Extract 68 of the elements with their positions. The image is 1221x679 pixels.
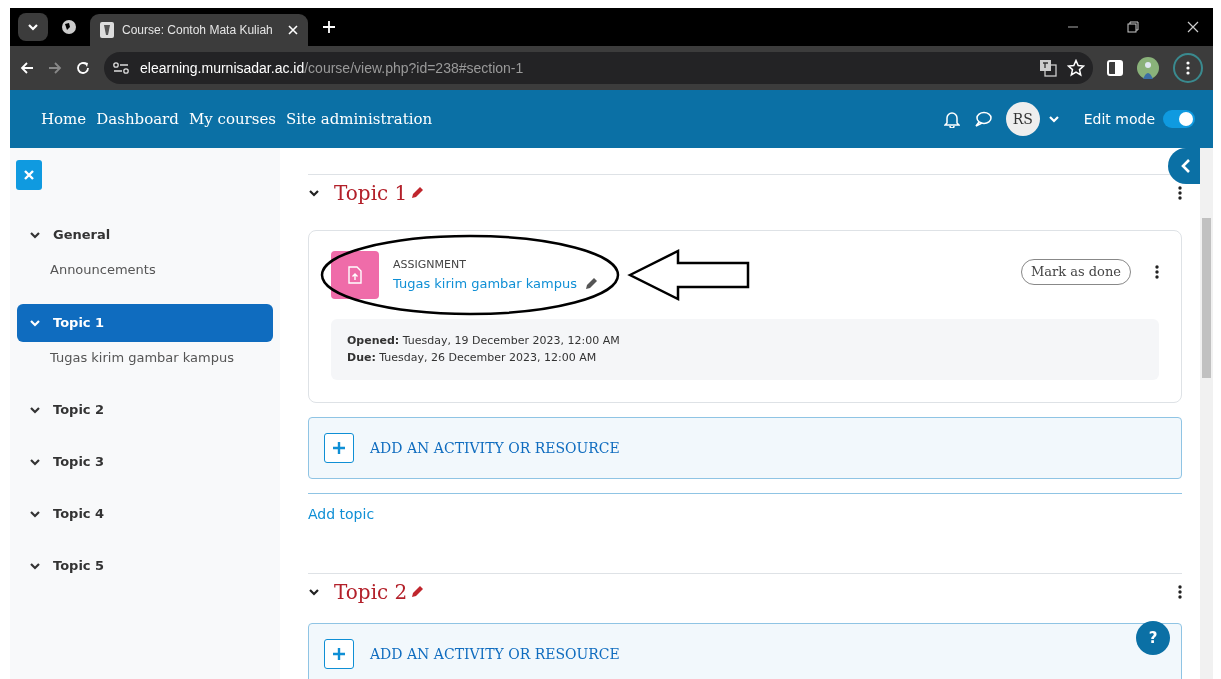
pencil-icon[interactable] [585,276,598,290]
activity-link[interactable]: Tugas kirim gambar kampus [393,273,577,293]
kebab-menu-icon[interactable] [1178,584,1182,599]
date-text: Opened: Tuesday, 19 December 2023, 12:00 AM [347,333,621,349]
user-menu[interactable]: RS [1005,102,1060,136]
edit-mode-toggle[interactable] [1163,110,1195,128]
chevron-icon [29,229,41,241]
sidebar-section-item[interactable]: General [17,216,273,254]
chevron-icon [29,404,41,416]
side-panel-icon[interactable] [1107,60,1123,76]
bell-icon[interactable] [943,110,960,128]
pencil-icon[interactable] [411,585,425,598]
scrollbar-thumb[interactable] [1202,218,1211,378]
globe-icon[interactable] [61,19,77,35]
nav-link[interactable]: Dashboard [91,107,184,131]
tab-search-button[interactable] [18,13,48,41]
sidebar-section-item[interactable]: Topic 1 [17,303,273,342]
add-topic-link[interactable]: Add topic [308,493,1182,553]
edit-mode-label: Edit mode [1083,109,1155,129]
new-tab-plus-icon[interactable] [323,21,335,33]
kebab-menu-icon[interactable] [1155,264,1159,279]
forward-arrow-icon[interactable] [48,61,62,75]
plus-icon [333,648,345,660]
date-text: Due: Tuesday, 26 December 2023, 12:00 AM [347,349,598,366]
site-settings-icon[interactable] [112,61,130,75]
chevron-icon [29,560,41,572]
browser-tab[interactable]: Course: Contoh Mata Kuliah [90,14,308,46]
sidebar-section-item[interactable]: Topic 4 [17,495,273,533]
chevron-icon [29,508,41,520]
chat-bubble-icon[interactable] [973,111,992,127]
activity-type-label: ASSIGNMENT [393,257,467,273]
sidebar-section-item[interactable]: Topic 3 [17,443,273,481]
nav-link[interactable]: Home [36,107,92,131]
translate-icon[interactable] [1039,59,1057,77]
user-initials: RS [1005,102,1040,136]
caret-icon [1047,113,1060,125]
file-upload-icon [348,266,362,284]
sidebar-activity-link[interactable]: Tugas kirim gambar kampus [17,347,273,367]
open-block-drawer-button[interactable] [1168,148,1200,184]
add-activity-button[interactable]: ADD AN ACTIVITY OR RESOURCE [308,417,1182,479]
kebab-menu-icon[interactable] [1178,185,1182,200]
url-text: elearning.murnisadar.ac.id/course/view.php?id=238#section-1 [140,58,525,78]
sidebar-section-item[interactable]: Topic 2 [17,391,273,429]
nav-link[interactable]: Site administration [281,107,438,131]
page-favicon-icon [100,22,114,38]
star-icon[interactable] [1067,59,1085,77]
mark-as-done-button[interactable]: Mark as done [1020,259,1131,285]
reload-icon[interactable] [76,61,90,75]
more-menu-icon[interactable] [1186,61,1190,75]
window-close-icon[interactable] [1187,21,1199,33]
chevron-icon [29,456,41,468]
close-icon[interactable] [288,25,298,35]
chevron-down-icon [27,21,39,33]
tab-title: Course: Contoh Mata Kuliah [122,22,274,39]
address-bar[interactable]: elearning.murnisadar.ac.id/course/view.php?id=238#section-1 [104,52,1093,84]
chevron-left-icon [1181,159,1191,173]
pencil-icon[interactable] [411,186,425,199]
close-drawer-button[interactable] [16,160,42,190]
profile-avatar-icon[interactable] [1137,57,1159,79]
sidebar-activity-link[interactable]: Announcements [17,260,273,280]
topic-title: Topic 2 [334,578,408,606]
nav-link[interactable]: My courses [183,107,282,131]
topic-title: Topic 1 [334,179,408,207]
back-arrow-icon[interactable] [20,61,34,75]
restore-icon[interactable] [1127,21,1139,33]
sidebar-section-item[interactable]: Topic 5 [17,547,273,585]
close-icon [24,170,34,180]
plus-icon [333,442,345,454]
